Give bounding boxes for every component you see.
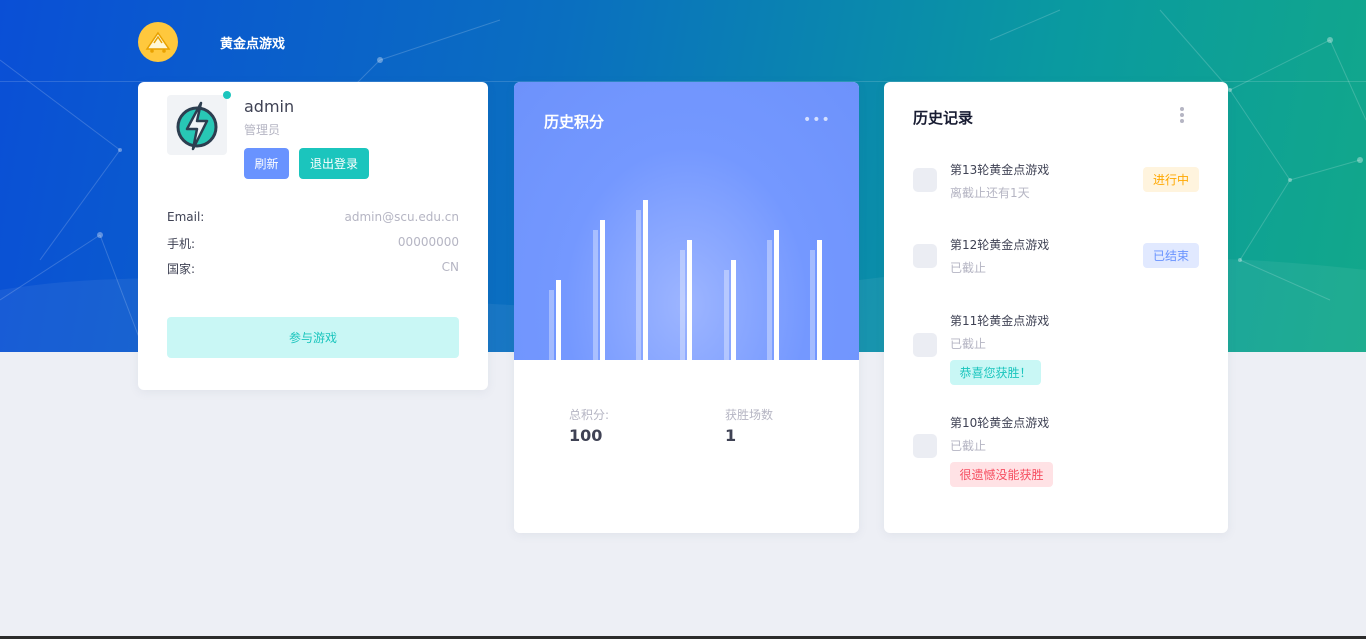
record-name[interactable]: 第11轮黄金点游戏 [950, 312, 1049, 329]
user-role: 管理员 [244, 123, 281, 137]
top-bar: 黄金点游戏 [0, 0, 1366, 82]
info-row-email: Email: admin@scu.edu.cn [167, 210, 459, 224]
info-row-phone: 手机: 00000000 [167, 235, 459, 252]
chart-bar-shadow [593, 230, 598, 360]
username: admin [244, 97, 295, 116]
info-value: 00000000 [397, 235, 459, 249]
record-status-text: 离截止还有1天 [950, 186, 1030, 200]
score-title: 历史积分 [544, 113, 605, 131]
score-stats: 总积分: 100 获胜场数 1 [514, 360, 859, 533]
record-name[interactable]: 第12轮黄金点游戏 [950, 236, 1049, 253]
wins-value: 1 [725, 426, 737, 445]
online-status-dot [223, 91, 231, 99]
status-badge: 很遗憾没能获胜 [950, 462, 1053, 487]
gold-cart-icon[interactable] [138, 22, 178, 62]
record-status-text: 已截止 [950, 337, 987, 351]
status-badge: 恭喜您获胜！ [950, 360, 1041, 385]
chart-bar [643, 200, 648, 360]
record-checkbox[interactable] [913, 333, 937, 357]
score-card: 历史积分 ••• 总积分: 100 获胜场数 1 [514, 82, 859, 533]
chart-bar-shadow [767, 240, 772, 360]
total-score-value: 100 [569, 426, 603, 445]
chart-bar-shadow [636, 210, 641, 360]
record-status-text: 已截止 [950, 439, 987, 453]
status-badge: 进行中 [1143, 167, 1199, 192]
record-checkbox[interactable] [913, 434, 937, 458]
chart-bar-shadow [680, 250, 685, 360]
more-vertical-icon[interactable] [1177, 107, 1187, 127]
status-badge: 已结束 [1143, 243, 1199, 268]
chart-bar-shadow [810, 250, 815, 360]
chart-bar [600, 220, 605, 360]
brand-title[interactable]: 黄金点游戏 [220, 33, 285, 52]
refresh-button[interactable]: 刷新 [244, 148, 289, 179]
chart-bar [731, 260, 736, 360]
info-row-country: 国家: CN [167, 260, 459, 277]
record-name[interactable]: 第13轮黄金点游戏 [950, 161, 1049, 178]
join-game-button[interactable]: 参与游戏 [167, 317, 459, 358]
info-key: 国家: [167, 262, 196, 276]
total-score-label: 总积分: [569, 408, 610, 422]
records-title: 历史记录 [913, 109, 974, 127]
lightning-bolt-icon [176, 101, 218, 151]
history-records-card: 历史记录 第13轮黄金点游戏 离截止还有1天 进行中 第12轮黄金点游戏 已截止… [884, 82, 1228, 533]
logout-button[interactable]: 退出登录 [299, 148, 369, 179]
more-horizontal-icon[interactable]: ••• [803, 112, 831, 128]
chart-bar-shadow [549, 290, 554, 360]
chart-bar-shadow [724, 270, 729, 360]
chart-bar [774, 230, 779, 360]
record-checkbox[interactable] [913, 168, 937, 192]
profile-card: admin 管理员 刷新 退出登录 Email: admin@scu.edu.c… [138, 82, 488, 390]
info-value: CN [441, 260, 459, 274]
record-status-text: 已截止 [950, 261, 987, 275]
wins-label: 获胜场数 [725, 408, 774, 422]
chart-bar [817, 240, 822, 360]
info-key: 手机: [167, 237, 196, 251]
info-key: Email: [167, 210, 205, 224]
score-chart-area: 历史积分 ••• [514, 82, 859, 360]
chart-bar [556, 280, 561, 360]
record-name[interactable]: 第10轮黄金点游戏 [950, 414, 1049, 431]
chart-bar [687, 240, 692, 360]
record-checkbox[interactable] [913, 244, 937, 268]
info-value: admin@scu.edu.cn [344, 210, 460, 224]
avatar [167, 95, 227, 155]
